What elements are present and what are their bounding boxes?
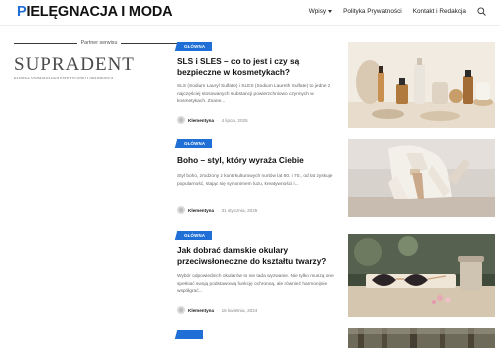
partner-logo-subtitle: KLINIKA STOMATOLOGII ESTETYCZNEJ I ORTOD… [14,76,114,80]
title-divider [121,42,185,44]
article-date: 31 stycznia, 2025 [221,207,258,213]
avatar [177,306,185,314]
author-name[interactable]: Klementyna [188,308,214,313]
nav-item-wpisy[interactable]: Wpisy [308,8,333,15]
article-title[interactable]: SLS i SLES – co to jest i czy są bezpiec… [177,56,341,78]
article-excerpt: SLS (Sodium Lauryl Sulfate) i SLES (Sodi… [177,84,331,105]
partner-logo-lettering: SUPRADENT [14,54,135,75]
search-icon[interactable] [477,7,486,16]
nav-item-label: Wpisy [308,8,327,15]
title-divider [14,42,77,44]
site-header: PIELĘGNACJA I MODA Wpisy Polityka Prywat… [0,0,500,26]
chevron-down-icon [328,9,333,13]
meta-separator: · [217,117,219,123]
article-card: GŁÓWNA Jak dobrać damskie okulary przeci… [177,231,495,317]
main-nav: Wpisy Polityka Prywatności Kontakt i Red… [309,7,486,16]
author-name[interactable]: Klementyna [188,208,214,213]
category-badge[interactable]: GŁÓWNA [177,139,213,148]
article-title[interactable]: Boho – styl, który wyraża Ciebie [177,155,341,166]
avatar [177,206,185,214]
article-meta: Klementyna · 16 kwietnia, 2024 [177,306,257,314]
avatar [177,116,185,124]
partner-title-text: Partner serwisu [80,40,118,46]
category-badge[interactable] [177,330,203,339]
article-card: GŁÓWNA SLS i SLES – co to jest i czy są … [177,42,495,128]
sunglasses-image [348,234,495,317]
cosmetics-image [348,42,495,128]
logo-text: IELĘGNACJA I MODA [26,4,173,20]
partner-widget-title: Partner serwisu [14,40,185,46]
forest-image [348,328,495,348]
article-meta: Klementyna · 4 lipca, 2025 [177,116,248,124]
site-logo[interactable]: PIELĘGNACJA I MODA [17,4,173,20]
article-excerpt: Wybór odpowiednich okularów to nie tada … [177,274,334,295]
partner-logo[interactable]: SUPRADENT KLINIKA STOMATOLOGII ESTETYCZN… [14,54,138,88]
article-thumbnail[interactable] [348,42,495,128]
meta-separator: · [217,307,219,313]
article-date: 16 kwietnia, 2024 [221,307,258,313]
article-thumbnail[interactable] [348,328,495,348]
article-thumbnail[interactable] [348,234,495,317]
article-date: 4 lipca, 2025 [221,117,248,123]
article-thumbnail[interactable] [348,139,495,217]
category-badge[interactable]: GŁÓWNA [177,231,213,240]
nav-item-polityka[interactable]: Polityka Prywatności [343,8,402,15]
article-meta: Klementyna · 31 stycznia, 2025 [177,206,257,214]
meta-separator: · [217,207,219,213]
nav-item-kontakt[interactable]: Kontakt i Redakcja [413,8,466,15]
article-excerpt: Styl boho, zrodzony z kontrkulturowych n… [177,174,333,187]
article-title[interactable]: Jak dobrać damskie okulary przeciwsłonec… [177,245,341,267]
boho-fashion-image [348,139,495,217]
category-badge[interactable]: GŁÓWNA [177,42,213,51]
article-card: GŁÓWNA Boho – styl, który wyraża Ciebie … [177,139,495,217]
author-name[interactable]: Klementyna [188,118,214,123]
